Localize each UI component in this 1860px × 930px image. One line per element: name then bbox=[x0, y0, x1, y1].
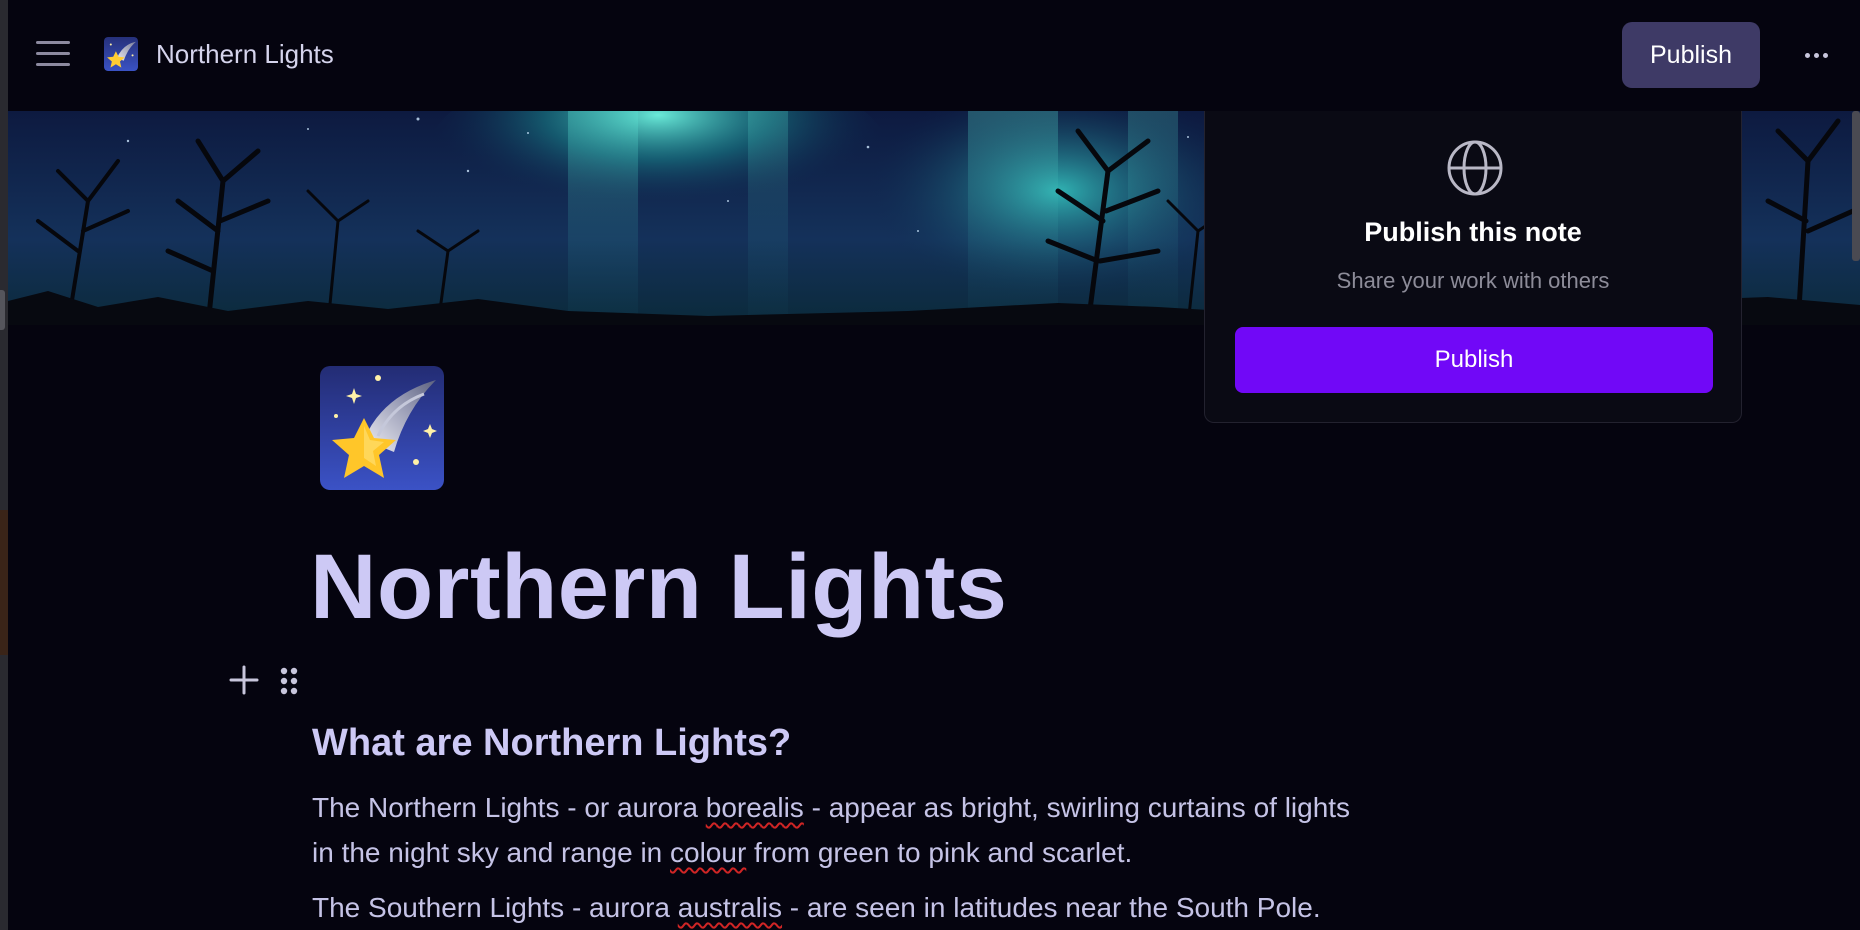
popover-title: Publish this note bbox=[1364, 217, 1582, 247]
paragraph-2-text: - are seen in latitudes near the South P… bbox=[782, 892, 1321, 923]
paragraph-1-text: in the night sky and range in bbox=[312, 837, 671, 868]
paragraph-1-text: from green to pink and scarlet. bbox=[746, 837, 1133, 868]
popover-publish-button[interactable]: Publish bbox=[1235, 327, 1713, 393]
paragraph-1-text: The Northern Lights - or aurora bbox=[312, 792, 706, 823]
paragraph-1[interactable]: The Northern Lights - or aurora borealis… bbox=[312, 785, 1572, 875]
scrollbar-thumb[interactable] bbox=[1852, 111, 1860, 261]
misspelled-word[interactable]: colour bbox=[670, 837, 746, 868]
page-title[interactable]: Northern Lights bbox=[310, 535, 1007, 639]
paragraph-2-text: The Southern Lights - aurora bbox=[312, 892, 678, 923]
shooting-star-emoji bbox=[104, 37, 138, 71]
top-bar: Northern Lights Publish bbox=[8, 0, 1860, 111]
globe-icon bbox=[1447, 140, 1503, 196]
hamburger-menu-icon[interactable] bbox=[36, 39, 70, 67]
page-icon-shooting-star[interactable] bbox=[320, 366, 444, 490]
sidebar-resize-handle[interactable] bbox=[0, 290, 5, 330]
window-edge-accent bbox=[0, 510, 8, 655]
section-heading[interactable]: What are Northern Lights? bbox=[312, 720, 791, 766]
publish-popover: Publish this note Share your work with o… bbox=[1204, 111, 1742, 423]
misspelled-word[interactable]: australis bbox=[678, 892, 782, 923]
paragraph-2[interactable]: The Southern Lights - aurora australis -… bbox=[312, 885, 1572, 930]
publish-button[interactable]: Publish bbox=[1622, 22, 1760, 88]
more-options-icon[interactable] bbox=[1798, 38, 1834, 72]
misspelled-word[interactable]: borealis bbox=[706, 792, 804, 823]
paragraph-1-text: - appear as bright, swirling curtains of… bbox=[803, 792, 1351, 823]
add-block-icon[interactable] bbox=[228, 664, 260, 696]
drag-handle-icon[interactable] bbox=[278, 666, 300, 696]
popover-subtitle: Share your work with others bbox=[1336, 268, 1610, 293]
window-edge bbox=[0, 0, 8, 930]
document-title[interactable]: Northern Lights bbox=[156, 38, 334, 70]
